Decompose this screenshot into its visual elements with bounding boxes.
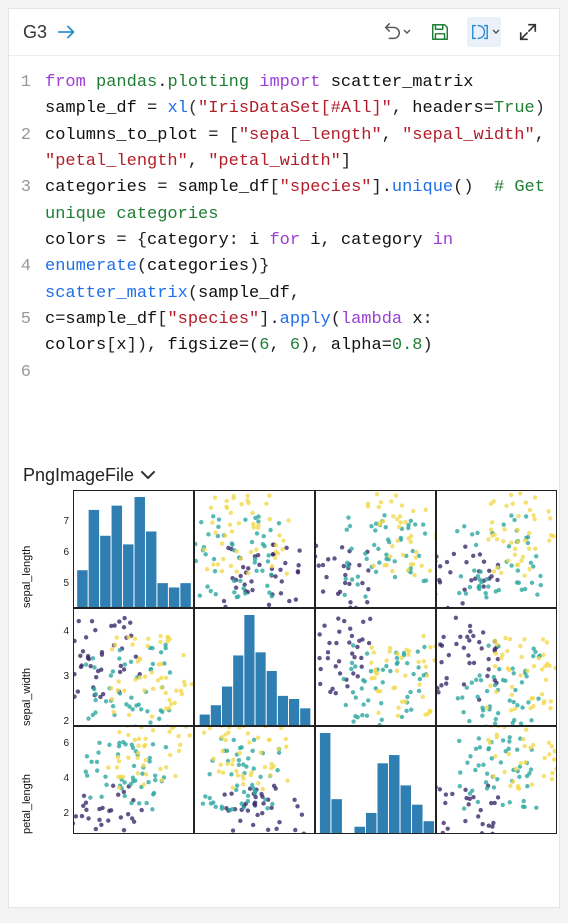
result-image: sepal_length sepal_width petal_length 5 6 7 2…	[9, 490, 559, 907]
result-type-label: PngImageFile	[23, 465, 134, 486]
expand-icon	[518, 22, 538, 42]
line-number: 3	[17, 175, 31, 201]
line-number: 6	[17, 360, 31, 386]
axis-label: sepal_length	[21, 498, 33, 608]
matrix-row	[73, 726, 559, 834]
axis-tick: 5	[63, 578, 69, 589]
axis-tick: 6	[63, 547, 69, 558]
axis-tick: 7	[63, 516, 69, 527]
scatter-cell	[436, 490, 557, 608]
axis-tick: 3	[63, 671, 69, 682]
output-mode-button[interactable]	[467, 17, 501, 47]
scatter-cell	[194, 726, 315, 834]
save-icon	[430, 22, 450, 42]
axis-tick: 2	[63, 716, 69, 727]
go-to-cell-button[interactable]	[57, 17, 79, 47]
result-type-row[interactable]: PngImageFile	[9, 457, 559, 490]
brackets-icon	[468, 22, 492, 42]
expand-button[interactable]	[511, 17, 545, 47]
scatter-cell	[194, 490, 315, 608]
chevron-down-icon	[140, 468, 156, 482]
axis-tick: 4	[63, 626, 69, 637]
axis-label: petal_length	[21, 734, 33, 834]
cell-reference: G3	[23, 17, 79, 47]
code-line[interactable]: from pandas.plotting import scatter_matr…	[45, 70, 551, 96]
code-line[interactable]: scatter_matrix(sample_df, c=sample_df["s…	[45, 281, 551, 360]
line-gutter: 1 2 3 4 5 6	[17, 70, 45, 439]
scatter-cell	[73, 608, 194, 726]
code-content[interactable]: from pandas.plotting import scatter_matr…	[45, 70, 551, 439]
axis-tick: 2	[63, 808, 69, 819]
scatter-cell	[315, 490, 436, 608]
line-number: 4	[17, 254, 31, 280]
scatter-cell	[73, 726, 194, 834]
line-number: 5	[17, 307, 31, 333]
cell-ref-text: G3	[23, 22, 47, 43]
axis-tick: 4	[63, 773, 69, 784]
axis-label: sepal_width	[21, 616, 33, 726]
scatter-matrix: sepal_length sepal_width petal_length 5 6 7 2…	[21, 490, 559, 870]
histogram-cell	[194, 608, 315, 726]
scatter-cell	[315, 608, 436, 726]
histogram-cell	[73, 490, 194, 608]
line-number: 2	[17, 123, 31, 149]
chevron-down-icon	[492, 22, 500, 42]
undo-icon	[381, 22, 403, 42]
matrix-row	[73, 608, 559, 726]
code-editor[interactable]: 1 2 3 4 5 6 from pandas.plotting import …	[9, 56, 559, 457]
save-button[interactable]	[423, 17, 457, 47]
undo-button[interactable]	[379, 17, 413, 47]
matrix-row	[73, 490, 559, 608]
scatter-cell	[436, 726, 557, 834]
code-line[interactable]: categories = sample_df["species"].unique…	[45, 175, 551, 228]
chevron-down-icon	[403, 22, 411, 42]
code-line[interactable]: colors = {category: i for i, category in…	[45, 228, 551, 281]
code-line[interactable]: sample_df = xl("IrisDataSet[#All]", head…	[45, 96, 551, 122]
python-editor-panel: G3	[8, 8, 560, 908]
arrow-right-icon	[57, 23, 79, 41]
code-line[interactable]: columns_to_plot = ["sepal_length", "sepa…	[45, 123, 551, 176]
editor-header: G3	[9, 9, 559, 56]
scatter-cell	[436, 608, 557, 726]
axis-tick: 6	[63, 738, 69, 749]
line-number: 1	[17, 70, 31, 96]
histogram-cell	[315, 726, 436, 834]
